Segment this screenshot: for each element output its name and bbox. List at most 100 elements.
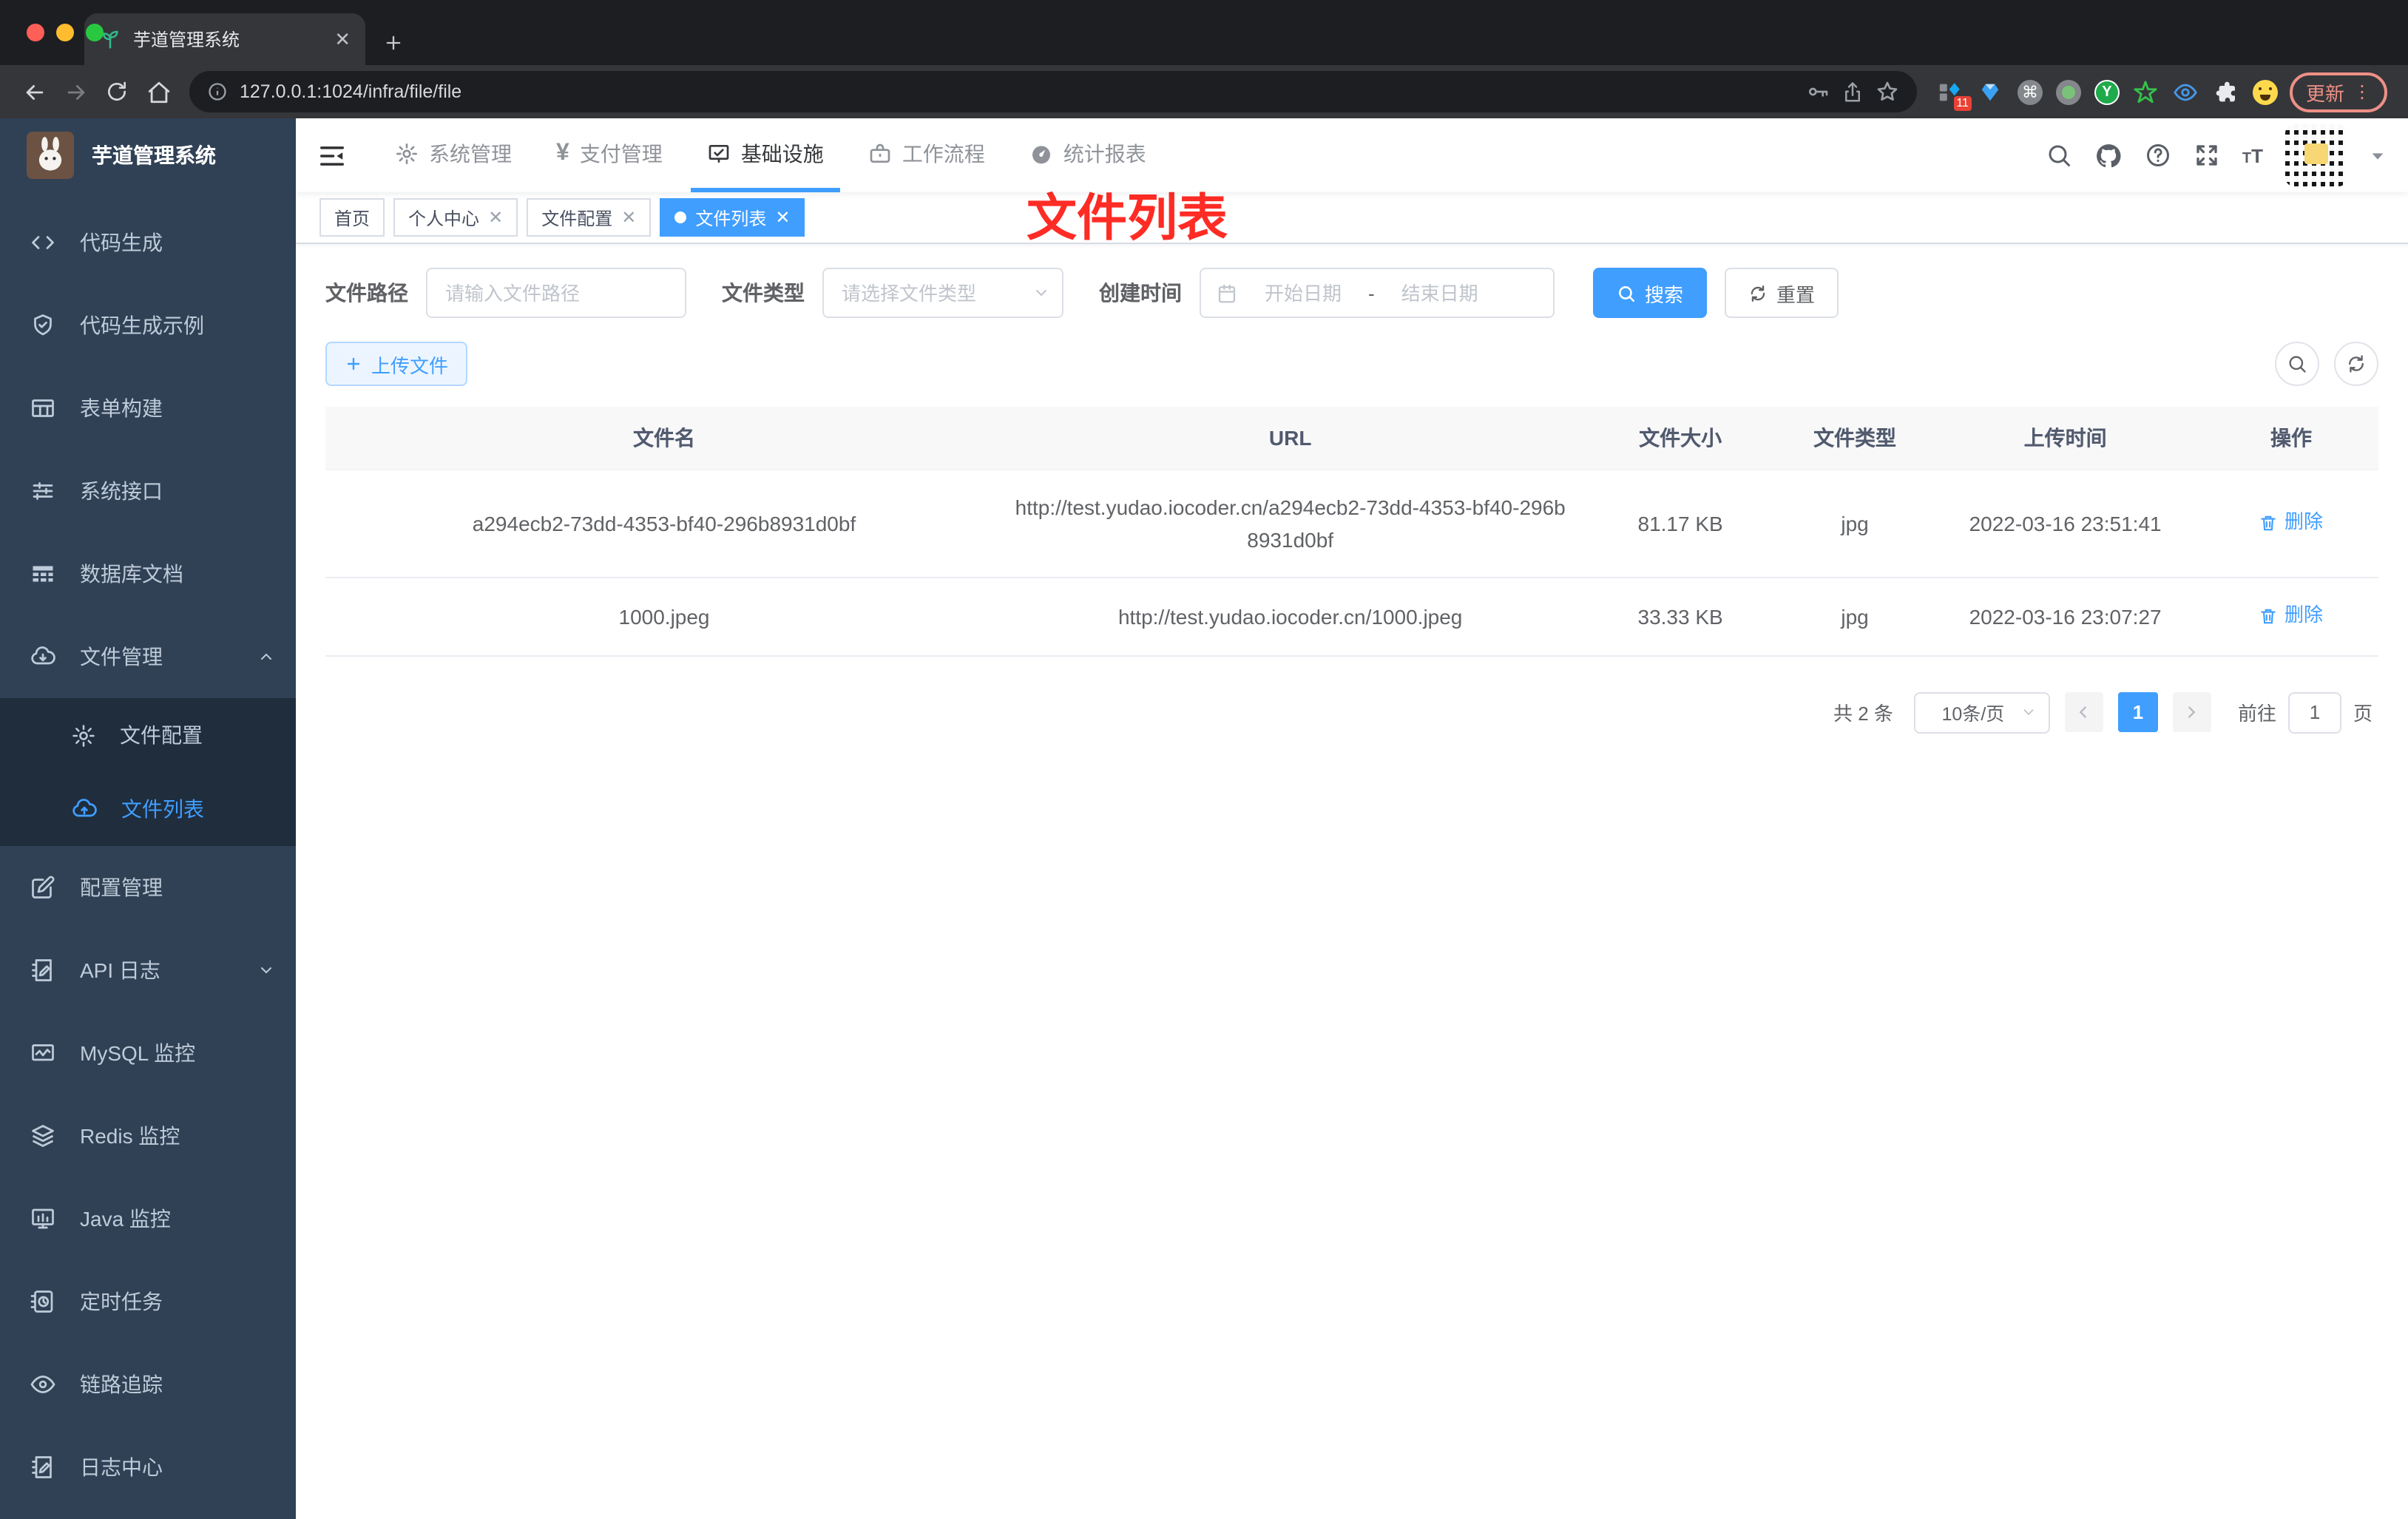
browser-menu-icon[interactable]: ⋮ — [2353, 83, 2371, 101]
chevron-up-icon — [257, 648, 275, 666]
trash-icon — [2259, 606, 2279, 625]
fullscreen-icon[interactable] — [2194, 142, 2220, 169]
sidebar-item-java-monitor[interactable]: Java 监控 — [0, 1177, 296, 1260]
sidebar-item-config-management[interactable]: 配置管理 — [0, 846, 296, 929]
sidebar-item-form-builder[interactable]: 表单构建 — [0, 367, 296, 450]
tag-home[interactable]: 首页 — [319, 198, 385, 237]
ext-command-icon[interactable]: ⌘ — [2017, 79, 2043, 104]
topnav-item-workflow[interactable]: 工作流程 — [852, 118, 1001, 192]
start-date-input[interactable] — [1244, 280, 1362, 305]
chevron-down-icon[interactable] — [2370, 147, 2386, 163]
sidebar-item-api-log[interactable]: API 日志 — [0, 929, 296, 1012]
close-icon[interactable]: ✕ — [775, 209, 790, 226]
ext-y-icon[interactable]: Y — [2094, 79, 2120, 104]
end-date-input[interactable] — [1380, 280, 1499, 305]
sidebar-item-code-demo[interactable]: 代码生成示例 — [0, 284, 296, 367]
tag-file-list[interactable]: 文件列表 ✕ — [660, 198, 805, 237]
upload-file-button[interactable]: 上传文件 — [325, 342, 468, 386]
page-number-1[interactable]: 1 — [2117, 692, 2158, 732]
page-unit-label: 页 — [2353, 703, 2373, 725]
ext-eye-icon[interactable] — [2173, 78, 2199, 105]
header-file-name: 文件名 — [325, 407, 1004, 470]
toggle-search-button[interactable] — [2275, 342, 2319, 386]
delete-button[interactable]: 删除 — [2259, 599, 2323, 632]
sliders-icon — [30, 478, 56, 504]
tag-file-config[interactable]: 文件配置 ✕ — [527, 198, 652, 237]
search-icon[interactable] — [2046, 142, 2072, 169]
sidebar-item-log-center[interactable]: 日志中心 — [0, 1426, 296, 1509]
share-icon[interactable] — [1841, 81, 1864, 103]
monitor-check-icon — [707, 141, 731, 165]
prev-page-button[interactable] — [2064, 692, 2103, 732]
ext-dot-icon[interactable] — [2055, 79, 2081, 104]
ext-emoji-icon[interactable] — [2252, 79, 2278, 104]
file-type-select[interactable] — [822, 268, 1063, 318]
site-info-icon[interactable] — [207, 81, 228, 102]
close-icon[interactable]: ✕ — [488, 209, 503, 226]
ext-puzzle-icon[interactable] — [2213, 78, 2239, 105]
trash-icon — [2259, 513, 2279, 532]
sidebar-item-db-doc[interactable]: 数据库文档 — [0, 532, 296, 615]
app-title: 芋道管理系统 — [92, 143, 216, 167]
search-button[interactable]: 搜索 — [1593, 268, 1708, 318]
gear-icon — [71, 723, 96, 748]
help-icon[interactable] — [2145, 142, 2171, 169]
layers-icon — [30, 1123, 56, 1149]
browser-tab[interactable]: 芋道管理系统 ✕ — [84, 13, 365, 65]
file-path-input[interactable] — [426, 268, 686, 318]
font-size-icon[interactable]: TT — [2242, 144, 2263, 166]
sidebar-item-code-gen[interactable]: 代码生成 — [0, 201, 296, 284]
window-minimize-button[interactable] — [56, 24, 74, 41]
sidebar-item-mysql-monitor[interactable]: MySQL 监控 — [0, 1012, 296, 1095]
sidebar-item-scheduled-tasks[interactable]: 定时任务 — [0, 1260, 296, 1343]
url-bar[interactable]: 127.0.0.1:1024/infra/file/file — [189, 71, 1917, 112]
update-label: 更新 — [2305, 82, 2344, 104]
sidebar-item-redis-monitor[interactable]: Redis 监控 — [0, 1095, 296, 1177]
sidebar-item-file-config[interactable]: 文件配置 — [0, 698, 296, 772]
delete-button[interactable]: 删除 — [2259, 507, 2323, 539]
cloud-upload-icon — [71, 796, 98, 822]
reload-icon[interactable] — [98, 72, 136, 111]
top-menu: 系统管理 ¥ 支付管理 基础设施 工作流程 统计报表 — [379, 118, 1163, 192]
avatar-qr[interactable] — [2285, 124, 2347, 186]
topnav-item-system[interactable]: 系统管理 — [379, 118, 528, 192]
page-size-select[interactable] — [1913, 691, 2050, 733]
window-close-button[interactable] — [27, 24, 44, 41]
browser-update-button[interactable]: 更新 ⋮ — [2289, 72, 2387, 112]
topnav-item-reports[interactable]: 统计报表 — [1013, 118, 1163, 192]
window-zoom-button[interactable] — [86, 24, 104, 41]
tag-profile[interactable]: 个人中心 ✕ — [393, 198, 518, 237]
reset-button[interactable]: 重置 — [1725, 268, 1839, 318]
goto-page-input[interactable] — [2287, 691, 2341, 733]
sidebar-item-file-management[interactable]: 文件管理 — [0, 615, 296, 698]
refresh-table-button[interactable] — [2334, 342, 2378, 386]
cell-file-type: jpg — [1782, 469, 1927, 578]
home-icon[interactable] — [139, 72, 177, 111]
topnav-item-payment[interactable]: ¥ 支付管理 — [540, 118, 679, 192]
date-range-picker[interactable]: - — [1200, 268, 1555, 318]
topnav-item-infrastructure[interactable]: 基础设施 — [690, 118, 840, 192]
tab-close-icon[interactable]: ✕ — [334, 30, 351, 49]
bookmark-star-icon[interactable] — [1876, 80, 1899, 104]
plus-icon — [345, 355, 362, 373]
new-tab-button[interactable] — [383, 33, 404, 53]
sidebar-item-file-list[interactable]: 文件列表 — [0, 772, 296, 846]
ext-gem-icon[interactable] — [1978, 78, 2004, 105]
file-table: 文件名 URL 文件大小 文件类型 上传时间 操作 a294ecb2-73dd-… — [325, 407, 2378, 656]
close-icon[interactable]: ✕ — [621, 209, 636, 226]
ext-star-icon[interactable] — [2133, 78, 2160, 105]
url-text: 127.0.0.1:1024/infra/file/file — [240, 81, 462, 102]
app: 芋道管理系统 代码生成 代码生成示例 表单构建 系统接口 数据库文档 文件管理 … — [0, 118, 2408, 1519]
back-icon[interactable] — [15, 72, 53, 111]
sidebar: 芋道管理系统 代码生成 代码生成示例 表单构建 系统接口 数据库文档 文件管理 … — [0, 118, 296, 1519]
sidebar-logo[interactable]: 芋道管理系统 — [0, 118, 296, 192]
sidebar-item-system-api[interactable]: 系统接口 — [0, 450, 296, 532]
next-page-button[interactable] — [2172, 692, 2211, 732]
cloud-download-icon — [30, 643, 56, 670]
ext-tampermonkey-icon[interactable]: 11 — [1938, 78, 1972, 111]
sidebar-toggle-icon[interactable] — [318, 141, 346, 169]
password-key-icon[interactable] — [1806, 80, 1830, 104]
forward-icon[interactable] — [56, 72, 95, 111]
sidebar-item-tracing[interactable]: 链路追踪 — [0, 1343, 296, 1426]
github-icon[interactable] — [2094, 141, 2123, 169]
